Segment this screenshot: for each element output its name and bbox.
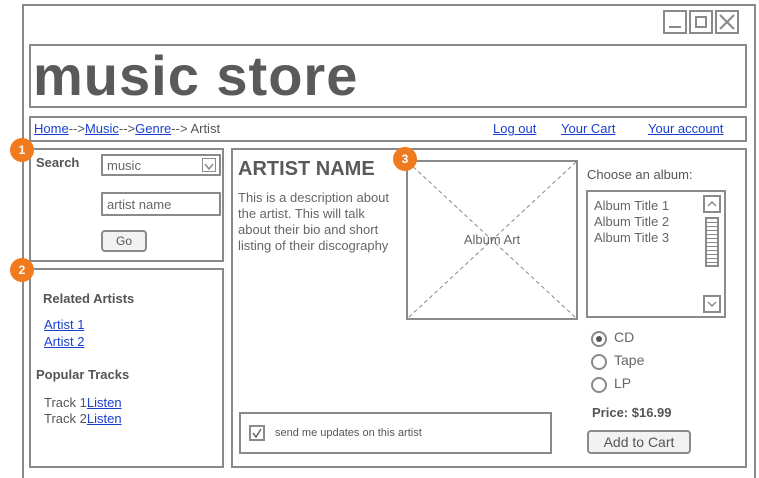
format-label-lp: LP xyxy=(614,375,632,391)
annotation-badge-1: 1 xyxy=(10,138,34,162)
track-name: Track 2 xyxy=(44,411,87,426)
popular-tracks-heading: Popular Tracks xyxy=(36,367,130,382)
listen-link[interactable]: Listen xyxy=(87,411,122,426)
format-radio-tape[interactable] xyxy=(591,354,607,370)
format-radio-lp[interactable] xyxy=(591,377,607,393)
your-cart-link[interactable]: Your Cart xyxy=(561,121,615,136)
search-input[interactable] xyxy=(101,192,221,216)
track-name: Track 1 xyxy=(44,395,87,410)
list-item: Track 2Listen xyxy=(44,411,122,426)
scrollbar[interactable] xyxy=(703,195,721,313)
minimize-icon[interactable] xyxy=(663,10,687,34)
breadcrumb-music-link[interactable]: Music xyxy=(85,121,119,136)
close-icon[interactable] xyxy=(715,10,739,34)
breadcrumb-genre-link[interactable]: Genre xyxy=(135,121,171,136)
choose-album-label: Choose an album: xyxy=(587,167,693,182)
breadcrumb-separator: --> xyxy=(171,121,188,136)
album-art-image: Album Art xyxy=(406,160,578,320)
scroll-thumb[interactable] xyxy=(705,217,719,267)
search-category-select[interactable]: music xyxy=(101,154,221,176)
format-label-tape: Tape xyxy=(614,352,645,368)
updates-box: send me updates on this artist xyxy=(239,412,552,454)
updates-checkbox[interactable] xyxy=(249,425,265,441)
scroll-up-icon[interactable] xyxy=(703,195,721,213)
related-artist-link[interactable]: Artist 1 xyxy=(44,317,84,332)
add-to-cart-button[interactable]: Add to Cart xyxy=(587,430,691,454)
search-category-value: music xyxy=(107,158,141,173)
listen-link[interactable]: Listen xyxy=(87,395,122,410)
maximize-icon[interactable] xyxy=(689,10,713,34)
list-item[interactable]: Album Title 2 xyxy=(594,214,669,229)
search-label: Search xyxy=(36,155,80,170)
page-title: music store xyxy=(33,44,359,107)
go-button[interactable]: Go xyxy=(101,230,147,252)
format-label-cd: CD xyxy=(614,329,635,345)
your-account-link[interactable]: Your account xyxy=(648,121,723,136)
breadcrumb-current: Artist xyxy=(190,121,221,136)
related-artist-link[interactable]: Artist 2 xyxy=(44,334,84,349)
updates-label: send me updates on this artist xyxy=(275,427,422,439)
list-item: Track 1Listen xyxy=(44,395,122,410)
breadcrumb-separator: --> xyxy=(68,121,85,136)
album-art-caption: Album Art xyxy=(463,232,521,247)
scroll-down-icon[interactable] xyxy=(703,295,721,313)
breadcrumb: Home-->Music-->Genre--> Artist xyxy=(34,121,220,136)
breadcrumb-separator: --> xyxy=(118,121,136,136)
list-item[interactable]: Album Title 1 xyxy=(594,198,669,213)
artist-name-heading: ARTIST NAME xyxy=(238,158,375,180)
annotation-badge-2: 2 xyxy=(10,258,34,282)
list-item[interactable]: Album Title 3 xyxy=(594,230,669,245)
price-label: Price: $16.99 xyxy=(592,405,672,420)
related-artists-heading: Related Artists xyxy=(43,291,135,306)
artist-description: This is a description about the artist. … xyxy=(238,190,390,253)
chevron-down-icon[interactable] xyxy=(202,158,216,172)
logout-link[interactable]: Log out xyxy=(493,121,536,136)
breadcrumb-home-link[interactable]: Home xyxy=(34,121,69,136)
format-radio-cd[interactable] xyxy=(591,331,607,347)
annotation-badge-3: 3 xyxy=(393,147,417,171)
album-list[interactable]: Album Title 1 Album Title 2 Album Title … xyxy=(586,190,726,318)
